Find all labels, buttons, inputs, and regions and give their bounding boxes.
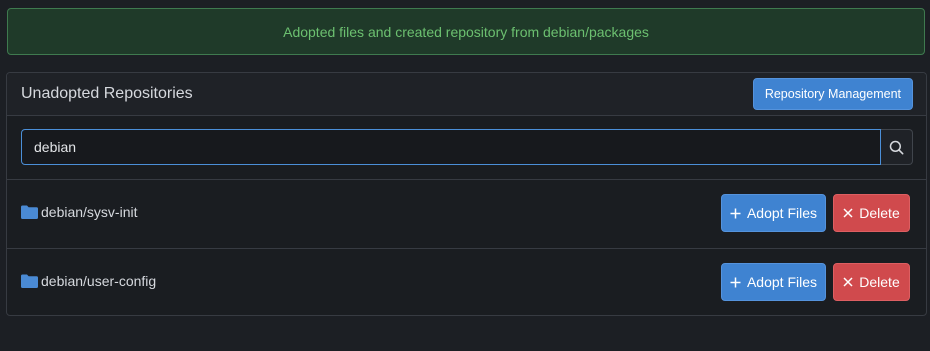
folder-icon: [21, 205, 38, 219]
plus-icon: [730, 277, 741, 288]
plus-icon: [730, 208, 741, 219]
unadopted-repositories-panel: Unadopted Repositories Repository Manage…: [6, 72, 927, 316]
panel-title: Unadopted Repositories: [21, 85, 193, 102]
close-icon: [843, 277, 853, 287]
adopt-files-label: Adopt Files: [746, 205, 818, 221]
adopt-files-button[interactable]: Adopt Files: [721, 263, 826, 301]
repo-name-text: debian/user-config: [41, 273, 157, 289]
search-input[interactable]: [21, 129, 881, 165]
repo-name: debian/user-config: [21, 273, 156, 289]
adopt-files-button[interactable]: Adopt Files: [721, 194, 826, 232]
repo-name-text: debian/sysv-init: [41, 204, 138, 220]
success-flash-message: Adopted files and created repository fro…: [7, 8, 925, 55]
search-row: [7, 116, 926, 180]
panel-header: Unadopted Repositories Repository Manage…: [7, 73, 926, 116]
flash-message-text: Adopted files and created repository fro…: [283, 23, 649, 40]
search-icon: [889, 140, 904, 155]
close-icon: [843, 208, 853, 218]
delete-button[interactable]: Delete: [833, 263, 910, 301]
repo-name: debian/sysv-init: [21, 204, 138, 220]
repository-management-button[interactable]: Repository Management: [752, 78, 913, 110]
delete-button[interactable]: Delete: [833, 194, 910, 232]
delete-label: Delete: [859, 274, 900, 290]
repo-row: debian/user-config Adopt Files Delete: [7, 249, 926, 317]
delete-label: Delete: [859, 205, 900, 221]
adopt-files-label: Adopt Files: [746, 274, 818, 290]
search-button[interactable]: [881, 129, 913, 165]
repo-row: debian/sysv-init Adopt Files Delete: [7, 180, 926, 249]
folder-icon: [21, 274, 38, 288]
